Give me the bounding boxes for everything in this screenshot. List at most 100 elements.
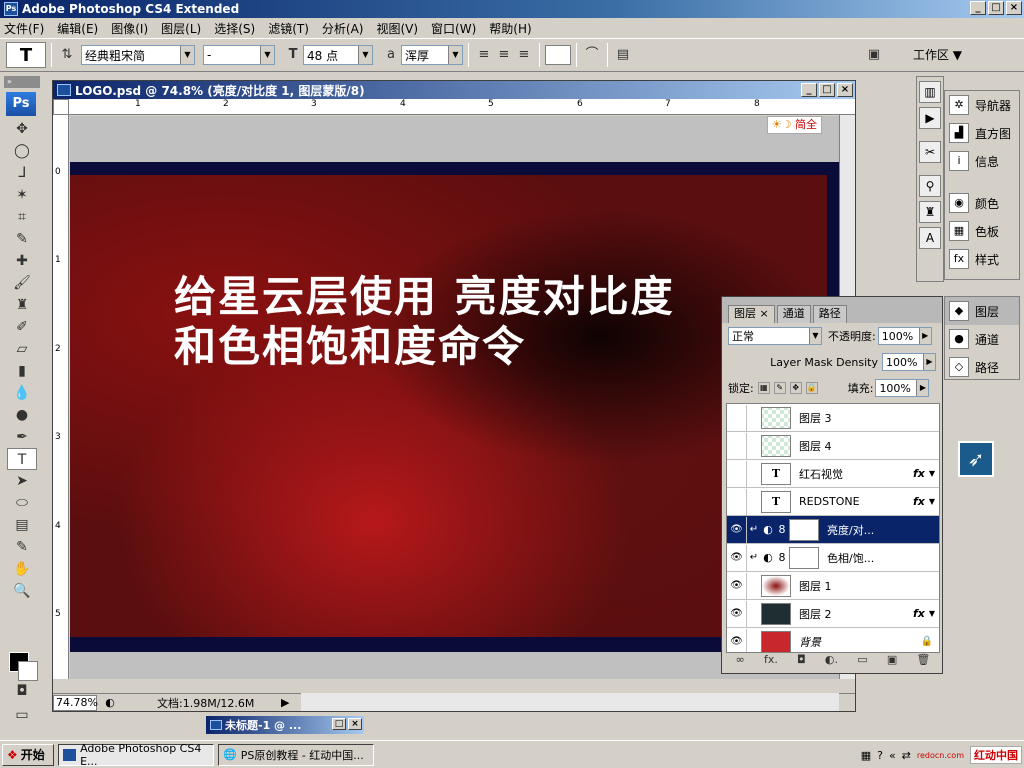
expand-arrow-icon[interactable]: ▼ <box>929 609 935 618</box>
character-panel-icon[interactable]: ▤ <box>613 45 633 65</box>
eyedropper-tool-icon[interactable]: ✎ <box>7 228 37 250</box>
maximize-button[interactable]: □ <box>988 1 1004 15</box>
help-tray-icon[interactable]: ? <box>877 749 883 762</box>
close-button[interactable]: × <box>348 718 362 730</box>
document-titlebar[interactable]: LOGO.psd @ 74.8% (亮度/对比度 1, 图层蒙版/8) _ □ … <box>53 81 855 99</box>
layer-mask-thumbnail[interactable] <box>789 546 819 569</box>
clone-stamp-tool-icon[interactable]: ♜ <box>7 294 37 316</box>
layer-row[interactable]: 👁 ↵ ◐ 8 色相/饱... <box>727 544 939 572</box>
ruler-origin[interactable] <box>53 99 69 115</box>
taskbar-item-browser[interactable]: 🌐 PS原创教程 - 红动中国... <box>218 743 374 766</box>
layer-row[interactable]: 👁 图层 2 fx ▼ <box>727 600 939 628</box>
layer-row-selected[interactable]: 👁 ↵ ◐ 8 亮度/对... <box>727 516 939 544</box>
menu-file[interactable]: 文件(F) <box>4 20 44 37</box>
layer-row[interactable]: 图层 4 <box>727 432 939 460</box>
layer-row[interactable]: T 红石视觉 fx ▼ <box>727 460 939 488</box>
tab-channels[interactable]: 通道 <box>776 305 811 323</box>
font-size-select[interactable]: 48 点 ▼ <box>303 45 373 65</box>
visibility-toggle[interactable] <box>727 404 747 431</box>
menu-filter[interactable]: 滤镜(T) <box>268 20 309 37</box>
dock-paths[interactable]: ◇ 路径 <box>945 353 1019 381</box>
network-tray-icon[interactable]: ⇄ <box>902 749 911 762</box>
ime-tray-icon[interactable]: ▦ <box>861 749 871 762</box>
menu-analysis[interactable]: 分析(A) <box>322 20 364 37</box>
delete-layer-icon[interactable]: 🗑 <box>916 653 930 671</box>
align-center-icon[interactable]: ≡ <box>494 45 514 65</box>
tab-layers[interactable]: 图层 × <box>728 305 775 323</box>
dock-swatches[interactable]: ▦ 色板 <box>945 217 1019 245</box>
horizontal-scrollbar[interactable] <box>301 693 839 711</box>
chain-link-icon[interactable]: 8 <box>775 551 789 564</box>
dock-layers[interactable]: ◆ 图层 <box>945 297 1019 325</box>
menu-layer[interactable]: 图层(L) <box>161 20 201 37</box>
history-panel-icon[interactable]: ▥ <box>919 81 941 103</box>
crop-tool-icon[interactable]: ⌗ <box>7 206 37 228</box>
menu-view[interactable]: 视图(V) <box>376 20 418 37</box>
eye-icon[interactable]: 👁 <box>727 516 747 543</box>
eraser-tool-icon[interactable]: ▱ <box>7 338 37 360</box>
tab-paths[interactable]: 路径 <box>812 305 847 323</box>
dock-histogram[interactable]: ▟ 直方图 <box>945 119 1019 147</box>
text-orientation-icon[interactable]: ⇅ <box>57 45 77 65</box>
fill-field[interactable]: 100% ▶ <box>875 379 930 397</box>
minimize-button[interactable]: _ <box>970 1 986 15</box>
align-right-icon[interactable]: ≡ <box>514 45 534 65</box>
antialias-select[interactable]: 浑厚 ▼ <box>401 45 463 65</box>
fx-icon[interactable]: fx <box>913 495 925 508</box>
visibility-toggle[interactable] <box>727 432 747 459</box>
volume-tray-icon[interactable]: « <box>889 749 896 762</box>
fx-icon[interactable]: fx <box>913 467 925 480</box>
status-menu-arrow-icon[interactable]: ▶ <box>281 696 289 709</box>
marquee-tool-icon[interactable]: ◯ <box>7 140 37 162</box>
layer-row[interactable]: 图层 3 <box>727 404 939 432</box>
adjustments-icon[interactable]: A <box>919 227 941 249</box>
add-mask-icon[interactable]: ◘ <box>797 653 806 671</box>
visibility-toggle[interactable] <box>727 488 747 515</box>
hand-tool-icon[interactable]: ✋ <box>7 558 37 580</box>
close-button[interactable]: × <box>1006 1 1022 15</box>
zoom-tool-icon[interactable]: 🔍 <box>7 580 37 602</box>
dock-info[interactable]: i 信息 <box>945 147 1019 175</box>
layer-row[interactable]: T REDSTONE fx ▼ <box>727 488 939 516</box>
warp-text-icon[interactable]: ⌒ <box>582 45 602 65</box>
vertical-ruler[interactable]: 0 1 2 3 4 5 <box>53 115 69 679</box>
new-adjustment-layer-icon[interactable]: ◐. <box>825 653 838 671</box>
text-color-swatch[interactable] <box>545 45 571 65</box>
eye-icon[interactable]: 👁 <box>727 572 747 599</box>
actions-panel-icon[interactable]: ▶ <box>919 107 941 129</box>
nebula-image[interactable]: 给星云层使用 亮度对比度 和色相饱和度命令 <box>70 175 827 637</box>
feather-desktop-icon[interactable]: ➶ <box>958 441 994 477</box>
path-selection-tool-icon[interactable]: ➤ <box>7 470 37 492</box>
quick-mask-icon[interactable]: ◘ <box>7 680 37 702</box>
restore-button[interactable]: □ <box>332 718 346 730</box>
lock-all-icon[interactable]: 🔒 <box>805 382 818 394</box>
dodge-tool-icon[interactable]: ● <box>7 404 37 426</box>
new-layer-icon[interactable]: ▣ <box>887 653 897 671</box>
visibility-toggle[interactable] <box>727 460 747 487</box>
blur-tool-icon[interactable]: 💧 <box>7 382 37 404</box>
menu-image[interactable]: 图像(I) <box>111 20 148 37</box>
canvas-text-layer[interactable]: 给星云层使用 亮度对比度 和色相饱和度命令 <box>174 272 675 372</box>
align-left-icon[interactable]: ≡ <box>474 45 494 65</box>
dock-navigator[interactable]: ✲ 导航器 <box>945 91 1019 119</box>
blend-mode-select[interactable]: 正常 ▼ <box>728 327 822 345</box>
tool-presets-icon[interactable]: ✂ <box>919 141 941 163</box>
layer-row[interactable]: 👁 背景 🔒 <box>727 628 939 652</box>
chain-link-icon[interactable]: 8 <box>775 523 789 536</box>
brushes-panel-icon[interactable]: ⚲ <box>919 175 941 197</box>
history-brush-tool-icon[interactable]: ✐ <box>7 316 37 338</box>
font-style-select[interactable]: - ▼ <box>203 45 275 65</box>
opacity-field[interactable]: 100% ▶ <box>877 327 932 345</box>
background-color-swatch[interactable] <box>18 661 38 681</box>
doc-close-button[interactable]: × <box>837 83 853 97</box>
ime-status-badge[interactable]: ☀☽ 简全 <box>766 116 822 134</box>
lock-position-icon[interactable]: ✥ <box>789 382 802 394</box>
bridge-icon[interactable]: ▣ <box>864 45 884 65</box>
lasso-tool-icon[interactable]: ᒧ <box>7 162 37 184</box>
minimized-document[interactable]: 未标题-1 @ ... □ × <box>206 716 364 734</box>
expand-arrow-icon[interactable]: ▼ <box>929 497 935 506</box>
eye-icon[interactable]: 👁 <box>727 544 747 571</box>
menu-select[interactable]: 选择(S) <box>214 20 255 37</box>
move-tool-icon[interactable]: ✥ <box>7 118 37 140</box>
doc-maximize-button[interactable]: □ <box>819 83 835 97</box>
